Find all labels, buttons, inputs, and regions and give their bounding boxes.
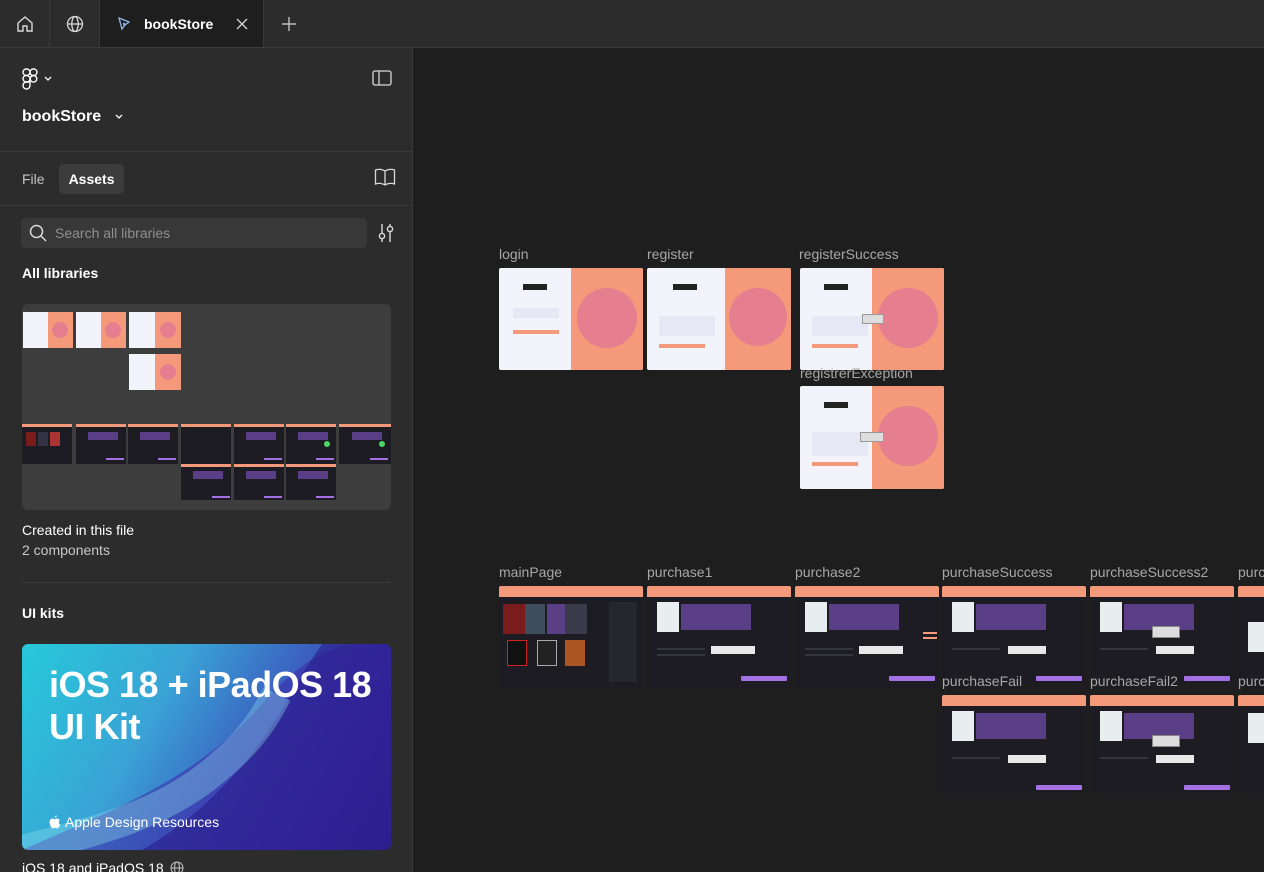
frame-purchase-fail[interactable] — [942, 695, 1086, 793]
frame-label-purchase2[interactable]: purchase2 — [795, 564, 860, 580]
search-input[interactable] — [55, 225, 355, 241]
local-library-thumbnail[interactable] — [22, 304, 391, 510]
close-icon[interactable] — [235, 17, 249, 31]
file-tab-title: bookStore — [144, 15, 214, 32]
frame-label-register-exception[interactable]: registrerException — [800, 365, 913, 381]
connector-mark — [923, 637, 937, 639]
frame-register[interactable] — [647, 268, 791, 370]
home-button[interactable] — [0, 0, 50, 47]
ui-kits-title: UI kits — [22, 605, 65, 621]
kit-name: iOS 18 and iPadOS 18 — [22, 860, 184, 872]
frame-label-purchase1[interactable]: purchase1 — [647, 564, 712, 580]
frame-cutoff-1[interactable] — [1238, 586, 1264, 684]
book-icon — [374, 168, 396, 186]
frame-label-register-success[interactable]: registerSuccess — [799, 246, 899, 262]
frame-label-purchase-fail[interactable]: purchaseFail — [942, 673, 1022, 689]
frame-purchase2[interactable] — [795, 586, 939, 688]
all-libraries-title: All libraries — [22, 265, 99, 281]
apple-logo-icon — [49, 815, 61, 829]
plus-icon — [282, 16, 296, 31]
chevron-down-icon — [44, 76, 52, 81]
team-library-button[interactable] — [374, 168, 396, 191]
frame-register-success[interactable] — [800, 268, 944, 370]
home-icon — [16, 15, 33, 32]
file-name-menu[interactable]: bookStore — [22, 108, 123, 126]
search-icon — [29, 224, 47, 242]
frame-register-exception[interactable] — [800, 386, 944, 489]
frame-label-login[interactable]: login — [499, 246, 529, 262]
main-menu-button[interactable] — [22, 68, 52, 90]
sidebar-tabs: File Assets — [0, 152, 412, 206]
frame-label-cutoff-2[interactable]: purc — [1238, 673, 1264, 689]
kit-brand-label: Apple Design Resources — [65, 814, 220, 830]
left-sidebar: bookStore File Assets All libraries — [0, 48, 413, 872]
sidebar-panel-icon — [372, 70, 392, 86]
file-tab[interactable]: bookStore — [100, 0, 264, 47]
pen-tool-icon — [118, 16, 131, 30]
design-canvas[interactable]: login register registerSuccess registrer… — [414, 48, 1264, 872]
frame-label-cutoff-1[interactable]: purc — [1238, 564, 1264, 580]
frame-label-purchase-success[interactable]: purchaseSuccess — [942, 564, 1053, 580]
frame-label-purchase-fail2[interactable]: purchaseFail2 — [1090, 673, 1178, 689]
frame-purchase-success2[interactable] — [1090, 586, 1234, 684]
community-button[interactable] — [50, 0, 100, 47]
frame-cutoff-2[interactable] — [1238, 695, 1264, 793]
frame-purchase1[interactable] — [647, 586, 791, 688]
tab-file[interactable]: File — [12, 164, 55, 194]
local-library-count: 2 components — [22, 542, 110, 558]
toggle-sidebar-button[interactable] — [372, 70, 392, 91]
section-divider — [22, 582, 391, 583]
frame-purchase-success[interactable] — [942, 586, 1086, 684]
frame-login[interactable] — [499, 268, 643, 370]
tab-bar: bookStore — [0, 0, 1264, 48]
kit-title-line1: iOS 18 + iPadOS 18 — [49, 664, 372, 705]
filter-button[interactable] — [377, 223, 395, 248]
figma-logo-icon — [22, 68, 38, 90]
ios-ui-kit-card[interactable]: iOS 18 + iPadOS 18 UI Kit Apple Design R… — [22, 644, 391, 850]
frame-label-main-page[interactable]: mainPage — [499, 564, 562, 580]
chevron-down-icon — [115, 114, 123, 119]
tab-assets[interactable]: Assets — [58, 163, 125, 194]
globe-icon — [170, 861, 184, 872]
kit-name-label: iOS 18 and iPadOS 18 — [22, 860, 164, 872]
frame-label-register[interactable]: register — [647, 246, 694, 262]
frame-purchase-fail2[interactable] — [1090, 695, 1234, 793]
sliders-icon — [378, 224, 394, 242]
frame-main-page[interactable] — [499, 586, 643, 688]
library-preview-image — [22, 312, 391, 500]
frame-label-purchase-success2[interactable]: purchaseSuccess2 — [1090, 564, 1208, 580]
globe-icon — [66, 15, 83, 32]
search-bar[interactable] — [21, 218, 367, 248]
local-library-name: Created in this file — [22, 522, 135, 538]
new-tab-button[interactable] — [264, 0, 314, 47]
kit-title-line2: UI Kit — [49, 706, 141, 747]
connector-mark — [923, 632, 937, 634]
kit-title: iOS 18 + iPadOS 18 UI Kit — [49, 664, 372, 748]
sidebar-header: bookStore — [0, 48, 412, 152]
file-name: bookStore — [22, 108, 102, 125]
kit-brand: Apple Design Resources — [49, 814, 219, 830]
